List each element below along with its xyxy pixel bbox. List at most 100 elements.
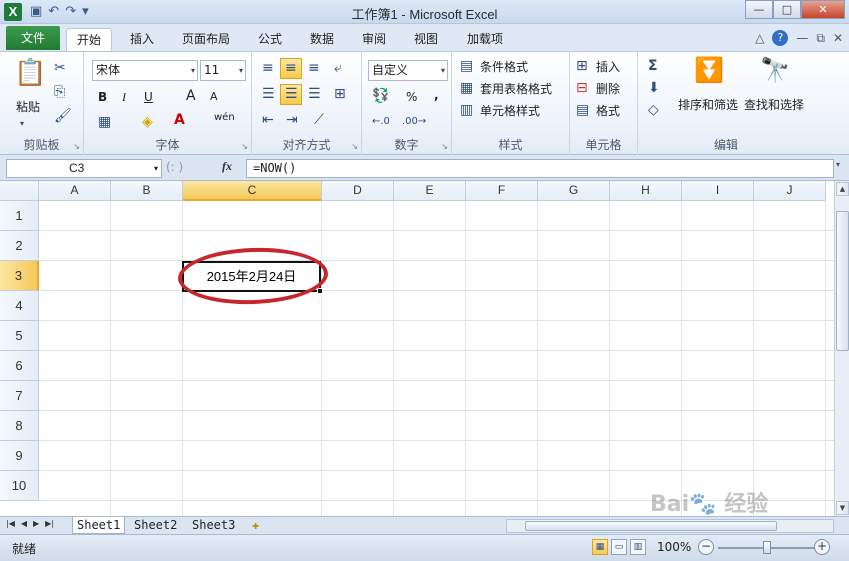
- tab-review[interactable]: 审阅: [352, 28, 396, 51]
- tab-home[interactable]: 开始: [66, 28, 112, 51]
- insert-cells-button[interactable]: 插入: [596, 58, 620, 75]
- increase-indent-icon[interactable]: ⇥: [286, 112, 298, 128]
- zoom-level[interactable]: 100%: [657, 540, 691, 554]
- fill-color-icon[interactable]: ◈: [142, 114, 153, 130]
- sheet-tab-1[interactable]: Sheet1: [72, 517, 126, 534]
- tab-addins[interactable]: 加载项: [458, 28, 512, 51]
- close-button[interactable]: ✕: [801, 0, 845, 19]
- sheet-tab-3[interactable]: Sheet3: [188, 517, 239, 534]
- prev-sheet-icon[interactable]: ◀: [21, 519, 27, 528]
- bold-button[interactable]: B: [98, 90, 107, 104]
- last-sheet-icon[interactable]: ▶|: [45, 519, 54, 528]
- grow-font-button[interactable]: A: [186, 88, 196, 104]
- clear-icon[interactable]: ◇: [648, 102, 659, 118]
- copy-icon[interactable]: ⎘: [54, 84, 65, 100]
- align-right-icon[interactable]: ☰: [308, 86, 321, 102]
- align-center-icon[interactable]: ☰: [285, 86, 298, 102]
- sort-filter-icon[interactable]: ⏬: [694, 56, 724, 84]
- sheet-tab-2[interactable]: Sheet2: [130, 517, 181, 534]
- tab-data[interactable]: 数据: [300, 28, 344, 51]
- align-top-icon[interactable]: ≡: [262, 60, 274, 76]
- name-box[interactable]: C3 ▾: [6, 159, 162, 178]
- column-header-i[interactable]: I: [682, 181, 754, 201]
- orientation-icon[interactable]: ⟋: [314, 112, 324, 128]
- insert-function-button[interactable]: fx: [222, 159, 232, 174]
- currency-icon[interactable]: 💱: [372, 88, 389, 104]
- format-table-icon[interactable]: ▦: [460, 80, 473, 96]
- zoom-out-button[interactable]: −: [698, 539, 714, 555]
- vertical-scroll-thumb[interactable]: [836, 211, 849, 351]
- delete-cells-icon[interactable]: ⊟: [576, 80, 588, 96]
- cut-icon[interactable]: ✂: [54, 60, 66, 76]
- row-header-5[interactable]: 5: [0, 321, 39, 351]
- column-header-g[interactable]: G: [538, 181, 610, 201]
- column-header-f[interactable]: F: [466, 181, 538, 201]
- align-left-icon[interactable]: ☰: [262, 86, 275, 102]
- worksheet-grid[interactable]: ABCDEFGHIJ 1 2 3 4 5 6 7 8 9 10 2015年2月24日: [0, 181, 834, 516]
- format-table-button[interactable]: 套用表格格式: [480, 80, 552, 97]
- italic-button[interactable]: I: [122, 90, 126, 105]
- conditional-format-icon[interactable]: ▤: [460, 58, 473, 74]
- page-layout-view-icon[interactable]: ▭: [611, 539, 627, 555]
- column-header-a[interactable]: A: [39, 181, 111, 201]
- column-header-h[interactable]: H: [610, 181, 682, 201]
- underline-button[interactable]: U: [144, 90, 153, 104]
- formula-input[interactable]: =NOW(): [246, 159, 834, 178]
- sort-filter-button[interactable]: 排序和筛选: [678, 96, 738, 113]
- normal-view-icon[interactable]: ▦: [592, 539, 608, 555]
- format-painter-icon[interactable]: 🖌: [54, 108, 72, 124]
- tab-view[interactable]: 视图: [404, 28, 448, 51]
- tab-formulas[interactable]: 公式: [248, 28, 292, 51]
- row-header-1[interactable]: 1: [0, 201, 39, 231]
- page-break-view-icon[interactable]: ▥: [630, 539, 646, 555]
- column-header-c[interactable]: C: [183, 181, 322, 201]
- find-select-button[interactable]: 查找和选择: [744, 96, 804, 113]
- close-workbook-icon[interactable]: ✕: [833, 31, 843, 45]
- font-launcher-icon[interactable]: ↘: [241, 142, 248, 151]
- font-color-icon[interactable]: A: [174, 112, 185, 128]
- number-format-select[interactable]: 自定义 ▾: [368, 60, 448, 81]
- shrink-font-button[interactable]: A: [210, 90, 218, 103]
- font-size-select[interactable]: 11 ▾: [200, 60, 246, 81]
- horizontal-scrollbar[interactable]: [506, 519, 834, 533]
- paste-label[interactable]: 粘贴: [16, 98, 40, 115]
- help-icon[interactable]: ?: [772, 30, 789, 46]
- wrap-text-icon[interactable]: ⤶: [334, 60, 342, 76]
- maximize-button[interactable]: □: [773, 0, 801, 19]
- zoom-in-button[interactable]: +: [814, 539, 830, 555]
- autosum-icon[interactable]: Σ: [648, 58, 658, 74]
- row-header-10[interactable]: 10: [0, 471, 39, 501]
- column-header-b[interactable]: B: [111, 181, 183, 201]
- paste-icon[interactable]: 📋: [14, 58, 46, 88]
- comma-button[interactable]: ,: [434, 88, 439, 102]
- cell-styles-icon[interactable]: ▥: [460, 102, 473, 118]
- tab-page-layout[interactable]: 页面布局: [174, 28, 238, 51]
- zoom-slider-thumb[interactable]: [763, 541, 771, 554]
- find-select-icon[interactable]: 🔭: [760, 56, 790, 84]
- column-header-j[interactable]: J: [754, 181, 826, 201]
- row-header-4[interactable]: 4: [0, 291, 39, 321]
- align-middle-icon[interactable]: ≡: [285, 60, 297, 76]
- row-header-9[interactable]: 9: [0, 441, 39, 471]
- percent-button[interactable]: %: [406, 90, 417, 104]
- column-header-d[interactable]: D: [322, 181, 394, 201]
- scroll-up-button[interactable]: ▲: [836, 182, 849, 196]
- align-bottom-icon[interactable]: ≡: [308, 60, 320, 76]
- row-header-2[interactable]: 2: [0, 231, 39, 261]
- minimize-ribbon-icon[interactable]: △: [755, 31, 764, 45]
- select-all-corner[interactable]: [0, 181, 39, 201]
- insert-sheet-icon[interactable]: ✚: [248, 517, 263, 534]
- expand-formula-bar-icon[interactable]: ▾: [836, 160, 847, 177]
- decrease-decimal-icon[interactable]: .00→: [402, 114, 426, 130]
- format-cells-button[interactable]: 格式: [596, 102, 620, 119]
- fill-icon[interactable]: ⬇: [648, 80, 660, 96]
- first-sheet-icon[interactable]: |◀: [6, 519, 15, 528]
- insert-cells-icon[interactable]: ⊞: [576, 58, 588, 74]
- row-header-8[interactable]: 8: [0, 411, 39, 441]
- phonetic-button[interactable]: wén: [214, 112, 235, 123]
- restore-window-icon[interactable]: ⧉: [816, 31, 825, 46]
- row-header-6[interactable]: 6: [0, 351, 39, 381]
- scroll-down-button[interactable]: ▼: [836, 501, 849, 515]
- next-sheet-icon[interactable]: ▶: [33, 519, 39, 528]
- increase-decimal-icon[interactable]: ←.0: [372, 114, 390, 130]
